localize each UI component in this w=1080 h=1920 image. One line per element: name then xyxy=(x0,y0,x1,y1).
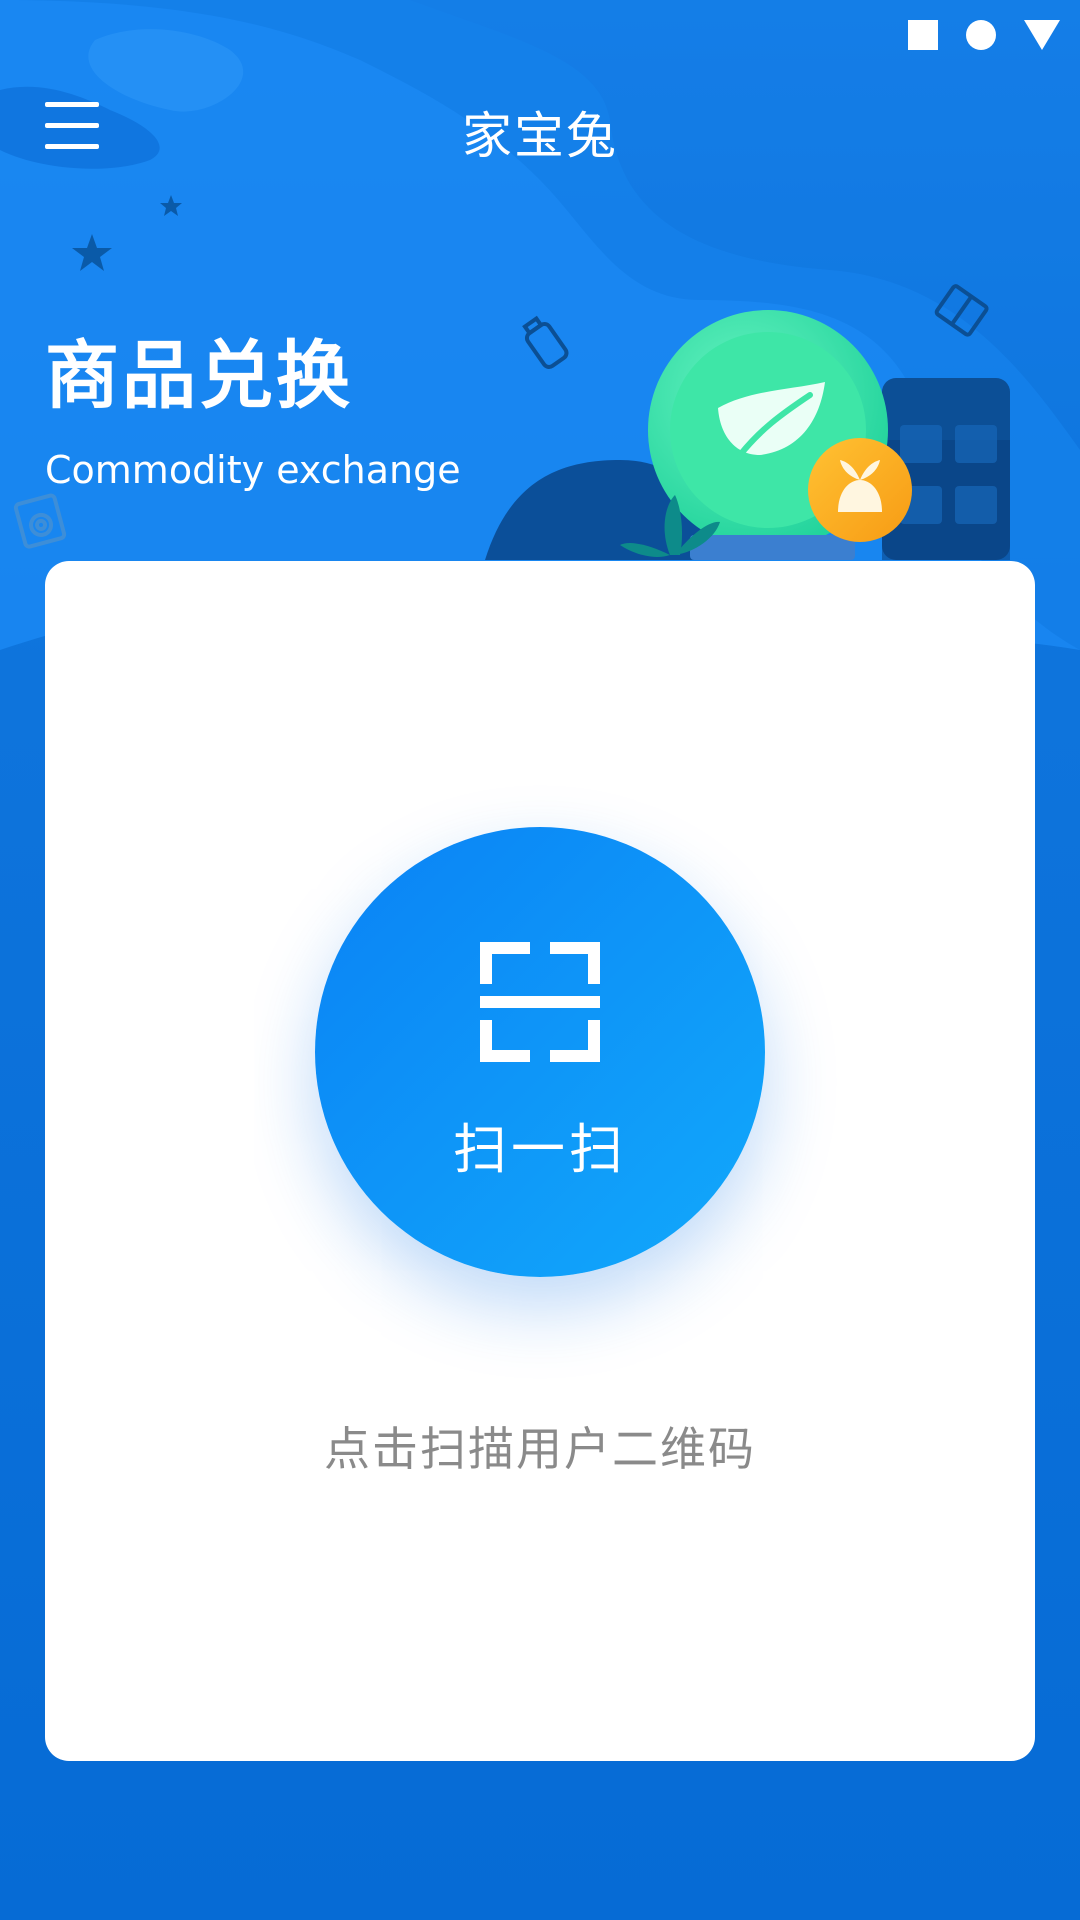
page-title: 商品兑换 xyxy=(45,333,353,419)
triangle-icon xyxy=(1024,20,1060,50)
app-title: 家宝兔 xyxy=(462,107,618,165)
scan-button-label: 扫一扫 xyxy=(453,1118,627,1181)
scan-card: 扫一扫 点击扫描用户二维码 xyxy=(45,561,1035,1761)
scan-hint-text: 点击扫描用户二维码 xyxy=(324,1422,756,1476)
page-subtitle: Commodity exchange xyxy=(45,448,461,492)
exchange-illustration xyxy=(485,310,1010,560)
scan-qr-icon xyxy=(480,942,600,1062)
status-bar xyxy=(908,20,1060,50)
circle-icon xyxy=(966,20,996,50)
square-icon xyxy=(908,20,938,50)
scan-button[interactable]: 扫一扫 xyxy=(315,827,765,1277)
